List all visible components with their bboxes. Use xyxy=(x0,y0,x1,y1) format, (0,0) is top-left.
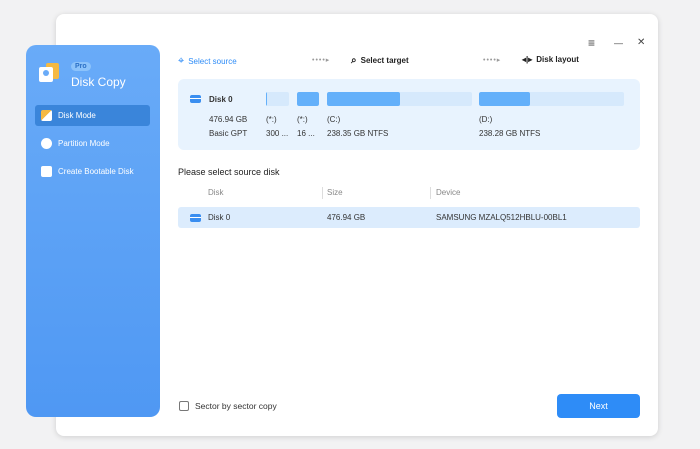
partition-label: (D:) xyxy=(479,115,493,124)
step-select-source: ⌖ Select source xyxy=(178,55,237,67)
step-disk-layout: ◂|▸ Disk layout xyxy=(522,55,579,64)
menu-icon[interactable]: ≡ xyxy=(588,36,595,50)
partition-label: (*:) xyxy=(266,115,277,124)
disk-icon xyxy=(190,95,201,103)
partition-info: 300 ... xyxy=(266,129,289,138)
row-disk: Disk 0 xyxy=(208,213,231,222)
partition-usage-fill xyxy=(266,92,268,106)
target-icon: ⌖ xyxy=(178,55,185,67)
column-divider xyxy=(430,187,431,199)
close-icon[interactable]: ✕ xyxy=(637,37,645,48)
sidebar-item-label: Partition Mode xyxy=(58,139,110,148)
partition-bar[interactable] xyxy=(266,92,289,106)
minimize-icon[interactable]: — xyxy=(614,38,623,48)
partition-bar[interactable] xyxy=(479,92,624,106)
partition-usage-fill xyxy=(327,92,400,106)
sidebar-item-create-bootable-disk[interactable]: Create Bootable Disk xyxy=(35,161,150,182)
disk-mode-icon xyxy=(41,110,52,121)
pie-chart-icon xyxy=(41,138,52,149)
partition-info: 16 ... xyxy=(297,129,315,138)
disk-overview-panel: Disk 0 476.94 GB Basic GPT (*:) 300 ... … xyxy=(178,79,640,150)
disk-size: 476.94 GB xyxy=(209,115,248,124)
sidebar-item-label: Disk Mode xyxy=(58,111,96,120)
column-header-disk[interactable]: Disk xyxy=(208,188,224,197)
column-header-size[interactable]: Size xyxy=(327,188,343,197)
column-divider xyxy=(322,187,323,199)
search-target-icon: ⌕ xyxy=(351,55,357,66)
partition-info: 238.35 GB NTFS xyxy=(327,129,389,138)
column-header-device[interactable]: Device xyxy=(436,188,460,197)
step-arrow-icon: ••••▸ xyxy=(483,57,502,64)
step-arrow-icon: ••••▸ xyxy=(312,57,331,64)
sidebar-item-partition-mode[interactable]: Partition Mode xyxy=(35,133,150,154)
pro-badge: Pro xyxy=(71,62,91,71)
row-size: 476.94 GB xyxy=(327,213,366,222)
row-device: SAMSUNG MZALQ512HBLU-00BL1 xyxy=(436,213,567,222)
partition-info: 238.28 GB NTFS xyxy=(479,129,541,138)
partition-bar[interactable] xyxy=(327,92,472,106)
step-select-target: ⌕ Select target xyxy=(351,55,409,66)
disk-layout-icon: ◂|▸ xyxy=(522,55,533,64)
disk-name: Disk 0 xyxy=(209,95,233,104)
section-title: Please select source disk xyxy=(178,167,280,177)
partition-label: (*:) xyxy=(297,115,308,124)
sector-copy-label[interactable]: Sector by sector copy xyxy=(195,401,277,411)
partition-bar[interactable] xyxy=(297,92,319,106)
partition-usage-fill xyxy=(479,92,530,106)
sidebar-item-disk-mode[interactable]: Disk Mode xyxy=(35,105,150,126)
sidebar-item-label: Create Bootable Disk xyxy=(58,167,134,176)
partition-usage-fill xyxy=(297,92,319,106)
sidebar: Pro Disk Copy Disk Mode Partition Mode C… xyxy=(26,45,160,417)
disk-copy-logo-icon xyxy=(39,63,59,82)
sector-copy-checkbox[interactable] xyxy=(179,401,189,411)
bootable-disk-icon xyxy=(41,166,52,177)
step-indicator: ⌖ Select source ••••▸ ⌕ Select target ••••… xyxy=(178,55,648,67)
disk-icon xyxy=(190,214,201,222)
next-button[interactable]: Next xyxy=(557,394,640,418)
partition-label: (C:) xyxy=(327,115,341,124)
table-row[interactable]: Disk 0 476.94 GB SAMSUNG MZALQ512HBLU-00… xyxy=(178,207,640,228)
disk-type: Basic GPT xyxy=(209,129,248,138)
app-name: Disk Copy xyxy=(71,75,126,89)
